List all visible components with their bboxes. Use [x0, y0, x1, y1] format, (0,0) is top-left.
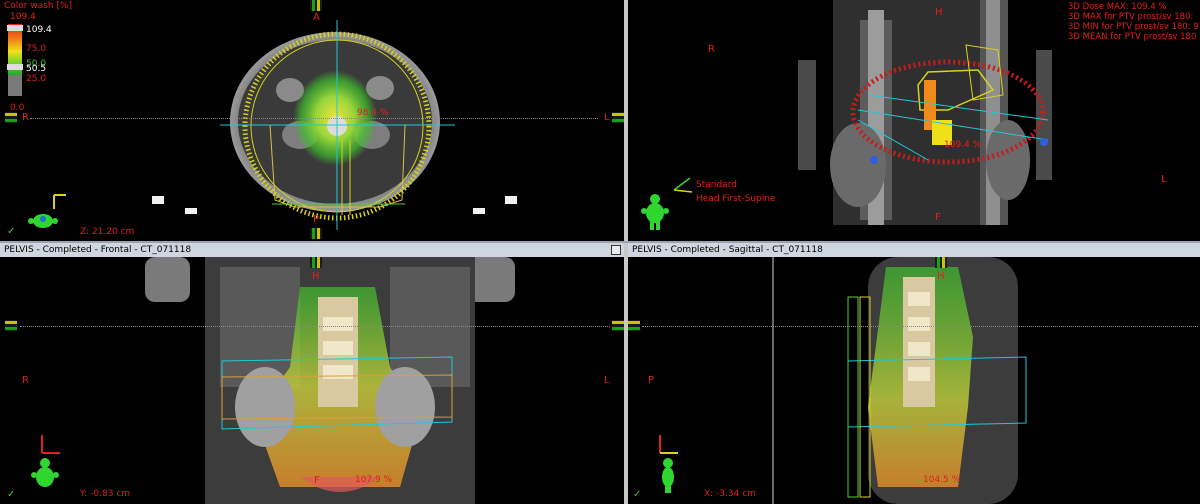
axial-orient-right: L [604, 112, 610, 123]
axial-bottom-marker[interactable] [310, 228, 322, 239]
frontal-view[interactable]: PELVIS - Completed - Frontal - CT_071118… [0, 243, 624, 504]
legend-max-handle[interactable] [7, 25, 23, 31]
legend-level-25: 25.0 [26, 74, 47, 84]
legend-min-handle[interactable] [7, 64, 23, 70]
frontal-title: PELVIS - Completed - Frontal - CT_071118 [4, 245, 192, 255]
legend-color-bar [8, 24, 22, 96]
frontal-axes-icon [41, 435, 60, 454]
sagittal-top-marker[interactable] [935, 257, 947, 268]
legend-top-value: 109.4 [10, 12, 36, 22]
frontal-orient-top: H [312, 271, 320, 282]
sagittal-check: ✓ [633, 489, 642, 500]
3d-dose-label: 109.4 % [944, 140, 982, 150]
axial-top-marker[interactable] [310, 0, 322, 11]
sagittal-patient-figure-icon [662, 458, 674, 493]
axial-check: ✓ [7, 226, 16, 237]
dose-stats-panel: 3D Dose MAX: 109.4 % 3D MAX for PTV pros… [1068, 2, 1200, 42]
axial-dose-label: 98.4 % [357, 108, 389, 118]
3d-orient-right: L [1161, 174, 1167, 185]
sagittal-title: PELVIS - Completed - Sagittal - CT_07111… [632, 245, 823, 255]
sagittal-left-marker[interactable] [628, 320, 640, 331]
frontal-ct-image [145, 257, 515, 504]
dose-stat-line: 3D Dose MAX: 109.4 % [1068, 2, 1167, 12]
axial-view[interactable]: Color wash [%] 109.4 109.4 75.0 50.0 50.… [0, 0, 624, 241]
legend-title: Color wash [%] [4, 1, 73, 11]
frontal-dose-label: 107.9 % [355, 475, 393, 485]
orientation-position: Head First-Supine [696, 194, 776, 204]
frontal-orient-bottom: F [314, 475, 320, 486]
frontal-top-marker[interactable] [310, 257, 322, 268]
sagittal-ct-image [772, 257, 1027, 504]
frontal-left-marker[interactable] [5, 320, 17, 331]
legend-level-505: 50.5 [26, 64, 47, 74]
axial-orient-left: R [22, 112, 29, 123]
sagittal-titlebar[interactable]: PELVIS - Completed - Sagittal - CT_07111… [628, 243, 1200, 257]
sagittal-dose-label: 104.5 % [923, 475, 961, 485]
3d-orient-bottom: F [935, 212, 941, 223]
dose-stat-line: 3D MIN for PTV prost/sv 180: 9 [1068, 22, 1199, 32]
legend-level-75: 75.0 [26, 44, 47, 54]
legend-max-value: 109.4 [26, 25, 52, 35]
maximize-button[interactable] [611, 245, 621, 255]
frontal-titlebar[interactable]: PELVIS - Completed - Frontal - CT_071118 [0, 243, 624, 257]
frontal-check: ✓ [7, 489, 16, 500]
3d-view[interactable]: H R L F 109.4 % 3D Dose MAX: 109.4 % 3D … [628, 0, 1200, 241]
sagittal-axes-icon [659, 435, 678, 454]
3d-orient-top: H [935, 7, 943, 18]
sagittal-orient-top: H [937, 271, 945, 282]
orientation-standard: Standard [696, 180, 737, 190]
frontal-orient-left: R [22, 375, 29, 386]
axial-orient-top: A [313, 12, 320, 23]
dose-stat-line: 3D MAX for PTV prost/sv 180: [1068, 12, 1194, 22]
sagittal-h-crosshair [642, 326, 1198, 327]
axial-right-marker[interactable] [612, 112, 624, 123]
frontal-coord: Y: -0.83 cm [80, 489, 131, 499]
3d-patient-figure-icon[interactable] [638, 193, 672, 231]
3d-orient-left: R [708, 44, 715, 55]
sagittal-view[interactable]: PELVIS - Completed - Sagittal - CT_07111… [628, 243, 1200, 504]
frontal-h-crosshair [20, 326, 610, 327]
axial-orient-bottom: P [313, 214, 320, 225]
axial-coord: Z: 21.20 cm [80, 227, 135, 237]
frontal-right-marker[interactable] [612, 320, 624, 331]
axial-ct-image [152, 20, 517, 230]
axial-h-crosshair [30, 118, 598, 119]
patient-figure-icon [28, 214, 58, 228]
dose-stat-line: 3D MEAN for PTV prost/sv 180 [1068, 32, 1197, 42]
3d-axes-icon [673, 177, 693, 193]
frontal-patient-figure-icon [31, 458, 59, 487]
axial-left-marker[interactable] [5, 112, 17, 123]
frontal-orient-right: L [604, 375, 610, 386]
sagittal-orient-left: P [648, 375, 655, 386]
sagittal-coord: X: -3.34 cm [704, 489, 756, 499]
color-wash-legend: Color wash [%] 109.4 109.4 75.0 50.0 50.… [4, 0, 84, 120]
